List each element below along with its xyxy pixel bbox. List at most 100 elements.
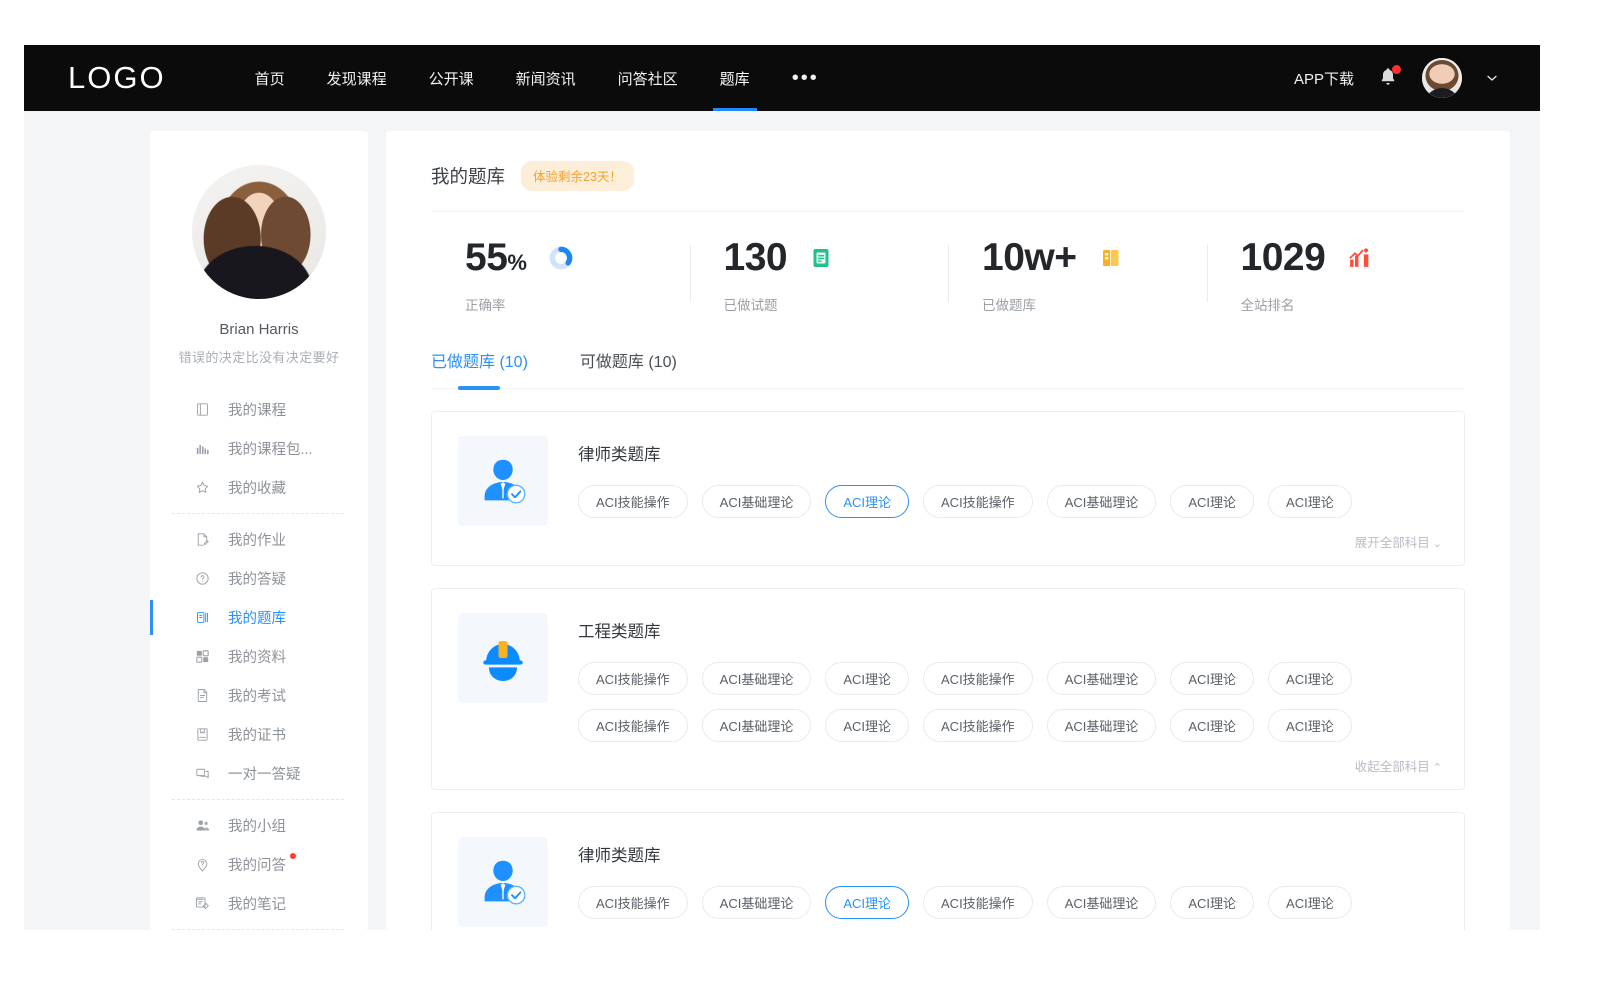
- stat-card-4: 1029全站排名: [1207, 238, 1466, 314]
- app-download-link[interactable]: APP下载: [1294, 68, 1354, 89]
- question-bank-card[interactable]: 律师类题库ACI技能操作ACI基础理论ACI理论ACI技能操作ACI基础理论AC…: [431, 812, 1465, 930]
- sidebar: Brian Harris 错误的决定比没有决定要好 我的课程我的课程包...我的…: [150, 131, 368, 930]
- nav-label: 题库: [720, 68, 750, 89]
- card-title: 律师类题库: [578, 842, 1442, 866]
- stat-top-row: 10w+: [982, 238, 1207, 277]
- profile-avatar[interactable]: [192, 165, 326, 299]
- sidebar-item-3[interactable]: 我的收藏: [172, 468, 346, 507]
- subject-tag[interactable]: ACI理论: [1170, 662, 1254, 695]
- chevron-up-icon: ⌃: [1433, 762, 1442, 774]
- subject-tag[interactable]: ACI理论: [825, 886, 909, 919]
- subject-tag[interactable]: ACI理论: [1170, 485, 1254, 518]
- nav-item-home[interactable]: 首页: [234, 45, 306, 111]
- sidebar-item-7[interactable]: 我的资料: [172, 637, 346, 676]
- subject-tag[interactable]: ACI理论: [1268, 886, 1352, 919]
- sidebar-item-label: 我的课程: [228, 399, 286, 420]
- site-logo[interactable]: LOGO: [68, 60, 166, 96]
- nav-label: 公开课: [429, 68, 474, 89]
- nav-item-open-class[interactable]: 公开课: [408, 45, 495, 111]
- chevron-down-icon: ⌄: [1433, 538, 1442, 550]
- sidebar-item-11[interactable]: 我的小组: [172, 806, 346, 845]
- sidebar-item-12[interactable]: 我的问答: [172, 845, 346, 884]
- sidebar-item-8[interactable]: 我的考试: [172, 676, 346, 715]
- subject-tag-row: ACI技能操作 ACI基础理论 ACI理论 ACI技能操作 ACI基础理论 ACI理论 AC…: [578, 662, 1442, 695]
- lawyer-verified-icon: [458, 837, 548, 927]
- nav-item-discover-courses[interactable]: 发现课程: [306, 45, 408, 111]
- subject-tag[interactable]: ACI基础理论: [1047, 485, 1157, 518]
- grid-icon: [194, 648, 211, 665]
- question-bank-card[interactable]: 律师类题库ACI技能操作ACI基础理论ACI理论ACI技能操作ACI基础理论AC…: [431, 411, 1465, 566]
- subject-tag[interactable]: ACI基础理论: [702, 662, 812, 695]
- subject-tag[interactable]: ACI技能操作: [923, 886, 1033, 919]
- sidebar-item-2[interactable]: 我的课程包...: [172, 429, 346, 468]
- sidebar-item-label: 我的资料: [228, 646, 286, 667]
- tab-available-banks[interactable]: 可做题库 (10): [580, 348, 677, 388]
- subject-tag[interactable]: ACI技能操作: [578, 709, 688, 742]
- tab-label: 已做题库 (10): [431, 354, 528, 371]
- subject-tag[interactable]: ACI技能操作: [578, 662, 688, 695]
- subject-tag[interactable]: ACI技能操作: [923, 662, 1033, 695]
- nav-more-button[interactable]: •••: [771, 45, 840, 111]
- main-panel: 我的题库 体验剩余23天！ 55%正确率130已做试题10w+已做题库1029全…: [386, 131, 1510, 930]
- subject-tag-row: ACI技能操作 ACI基础理论 ACI理论 ACI技能操作 ACI基础理论 ACI理论 AC…: [578, 886, 1442, 919]
- stat-top-row: 1029: [1241, 238, 1466, 277]
- toggle-all-subjects-link[interactable]: 展开全部科目⌄: [578, 532, 1442, 551]
- sidebar-item-1[interactable]: 我的课程: [172, 390, 346, 429]
- rank-chart-icon: [1347, 245, 1373, 271]
- subject-tag[interactable]: ACI技能操作: [923, 709, 1033, 742]
- subject-tag[interactable]: ACI理论: [825, 662, 909, 695]
- stat-value: 55%: [465, 238, 526, 277]
- stat-value: 1029: [1241, 238, 1326, 277]
- notification-bell-button[interactable]: [1376, 65, 1400, 91]
- subject-tag[interactable]: ACI理论: [1268, 709, 1352, 742]
- sidebar-item-4[interactable]: 我的作业: [172, 520, 346, 559]
- subject-tag[interactable]: ACI技能操作: [578, 485, 688, 518]
- help-pin-icon: [194, 856, 211, 873]
- page-body: Brian Harris 错误的决定比没有决定要好 我的课程我的课程包...我的…: [24, 111, 1540, 930]
- subject-tag[interactable]: ACI理论: [1170, 886, 1254, 919]
- sidebar-menu: 我的课程我的课程包...我的收藏我的作业我的答疑我的题库我的资料我的考试我的证书…: [150, 390, 368, 930]
- nav-label: 新闻资讯: [516, 68, 576, 89]
- note-edit-icon: [194, 895, 211, 912]
- subject-tag[interactable]: ACI理论: [1268, 662, 1352, 695]
- subject-tag[interactable]: ACI理论: [825, 485, 909, 518]
- stat-card-3: 10w+ 已做题库: [948, 238, 1207, 314]
- toggle-all-subjects-link[interactable]: 收起全部科目⌃: [578, 756, 1442, 775]
- lawyer-verified-icon: [458, 436, 548, 526]
- stat-label: 已做题库: [982, 294, 1207, 314]
- nav-item-question-bank[interactable]: 题库: [699, 45, 771, 111]
- card-body: 工程类题库ACI技能操作ACI基础理论ACI理论ACI技能操作ACI基础理论AC…: [578, 613, 1442, 775]
- stats-row: 55%正确率130已做试题10w+已做题库1029全站排名: [431, 212, 1465, 324]
- tab-completed-banks[interactable]: 已做题库 (10): [431, 348, 528, 388]
- page-title: 我的题库: [431, 163, 505, 189]
- stat-top-row: 55%: [465, 238, 690, 277]
- subject-tag[interactable]: ACI技能操作: [923, 485, 1033, 518]
- nav-item-qa-community[interactable]: 问答社区: [597, 45, 699, 111]
- subject-tag[interactable]: ACI理论: [1268, 485, 1352, 518]
- subject-tag[interactable]: ACI基础理论: [702, 709, 812, 742]
- question-circle-icon: [194, 570, 211, 587]
- subject-tag[interactable]: ACI基础理论: [1047, 886, 1157, 919]
- sidebar-item-9[interactable]: 我的证书: [172, 715, 346, 754]
- stat-top-row: 130: [724, 238, 949, 277]
- nav-item-news[interactable]: 新闻资讯: [495, 45, 597, 111]
- subject-tag[interactable]: ACI技能操作: [578, 886, 688, 919]
- subject-tag[interactable]: ACI理论: [1170, 709, 1254, 742]
- stat-value-suffix: %: [507, 250, 526, 275]
- subject-tag[interactable]: ACI基础理论: [1047, 662, 1157, 695]
- chevron-down-icon[interactable]: [1484, 70, 1500, 86]
- exam-paper-icon: [194, 687, 211, 704]
- subject-tag[interactable]: ACI基础理论: [702, 886, 812, 919]
- question-bank-card[interactable]: 工程类题库ACI技能操作ACI基础理论ACI理论ACI技能操作ACI基础理论AC…: [431, 588, 1465, 790]
- subject-tag[interactable]: ACI基础理论: [702, 485, 812, 518]
- sidebar-item-label: 我的证书: [228, 724, 286, 745]
- subject-tag[interactable]: ACI基础理论: [1047, 709, 1157, 742]
- nav-label: 发现课程: [327, 68, 387, 89]
- sidebar-item-13[interactable]: 我的笔记: [172, 884, 346, 923]
- sidebar-item-10[interactable]: 一对一答疑: [172, 754, 346, 793]
- avatar[interactable]: [1422, 58, 1462, 98]
- sidebar-item-5[interactable]: 我的答疑: [172, 559, 346, 598]
- ellipsis-icon: •••: [792, 74, 819, 82]
- sidebar-item-6[interactable]: 我的题库: [172, 598, 346, 637]
- subject-tag[interactable]: ACI理论: [825, 709, 909, 742]
